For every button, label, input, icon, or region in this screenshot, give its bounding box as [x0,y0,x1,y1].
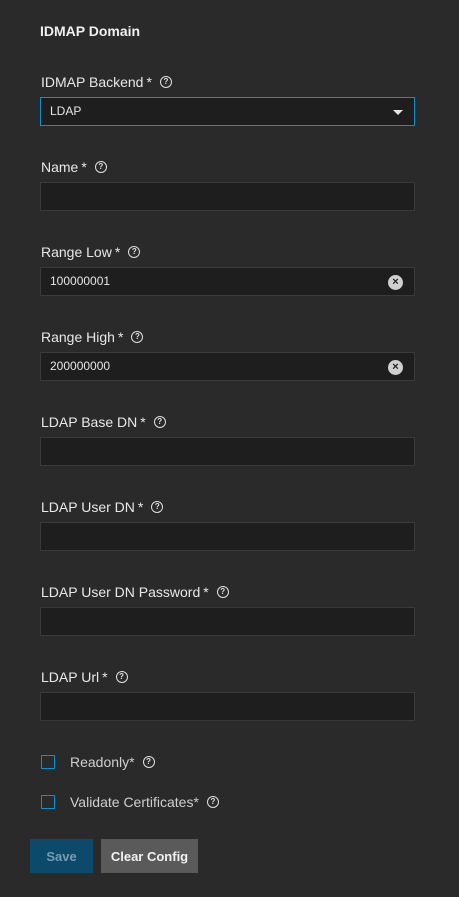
help-icon[interactable]: ? [153,416,166,428]
name-input[interactable] [40,182,415,211]
ldap-url-input[interactable] [40,692,415,721]
name-label-text: Name [41,159,79,175]
validate-certificates-checkbox[interactable] [41,795,55,809]
range-high-label: Range High * ? [41,328,144,346]
validate-certificates-row: Validate Certificates * ? [41,793,219,811]
help-icon[interactable]: ? [151,501,164,513]
readonly-label[interactable]: Readonly [70,754,129,770]
ldap-base-dn-label: LDAP Base DN * ? [41,413,166,431]
required-marker: * [129,754,135,770]
backend-label: IDMAP Backend * ? [41,73,172,91]
range-high-label-text: Range High [41,329,115,345]
ldap-user-dn-password-input[interactable] [40,607,415,636]
help-icon[interactable]: ? [128,246,141,258]
range-low-label: Range Low * ? [41,243,141,261]
name-label: Name * ? [41,158,107,176]
required-marker: * [137,499,144,515]
ldap-user-dn-input[interactable] [40,522,415,551]
ldap-url-label-text: LDAP Url [41,669,100,685]
ldap-url-label: LDAP Url * ? [41,668,128,686]
save-button[interactable]: Save [30,839,93,873]
range-high-input-value: 200000000 [50,359,111,373]
backend-select-value: LDAP [50,104,82,118]
clear-config-button[interactable]: Clear Config [101,839,198,873]
validate-certificates-label[interactable]: Validate Certificates [70,794,193,810]
clear-icon[interactable]: × [388,275,403,290]
backend-select[interactable]: LDAP [40,97,415,126]
help-icon[interactable]: ? [159,76,172,88]
required-marker: * [140,414,146,430]
form-title: IDMAP Domain [40,23,141,39]
help-icon[interactable]: ? [115,671,128,683]
required-marker: * [81,159,87,175]
ldap-user-dn-label-text: LDAP User DN [41,499,135,515]
required-marker: * [146,74,152,90]
help-icon[interactable]: ? [94,161,107,173]
required-marker: * [203,584,209,600]
required-marker: * [117,329,124,345]
ldap-user-dn-label: LDAP User DN * ? [41,498,164,516]
ldap-user-dn-password-label: LDAP User DN Password * ? [41,583,229,601]
ldap-base-dn-input[interactable] [40,437,415,466]
range-high-input[interactable]: 200000000 × [40,352,415,381]
required-marker: * [193,794,199,810]
ldap-user-dn-password-label-text: LDAP User DN Password [41,584,201,600]
range-low-label-text: Range Low [41,244,112,260]
backend-label-text: IDMAP Backend [41,74,144,90]
range-low-input[interactable]: 100000001 × [40,267,415,296]
readonly-row: Readonly * ? [41,753,155,771]
help-icon[interactable]: ? [216,586,229,598]
help-icon[interactable]: ? [142,756,155,768]
help-icon[interactable]: ? [131,331,144,343]
help-icon[interactable]: ? [206,796,219,808]
ldap-base-dn-label-text: LDAP Base DN [41,414,138,430]
clear-icon[interactable]: × [388,360,403,375]
readonly-checkbox[interactable] [41,755,55,769]
required-marker: * [102,669,108,685]
range-low-input-value: 100000001 [50,274,111,288]
chevron-down-icon[interactable] [393,110,403,115]
required-marker: * [114,244,121,260]
